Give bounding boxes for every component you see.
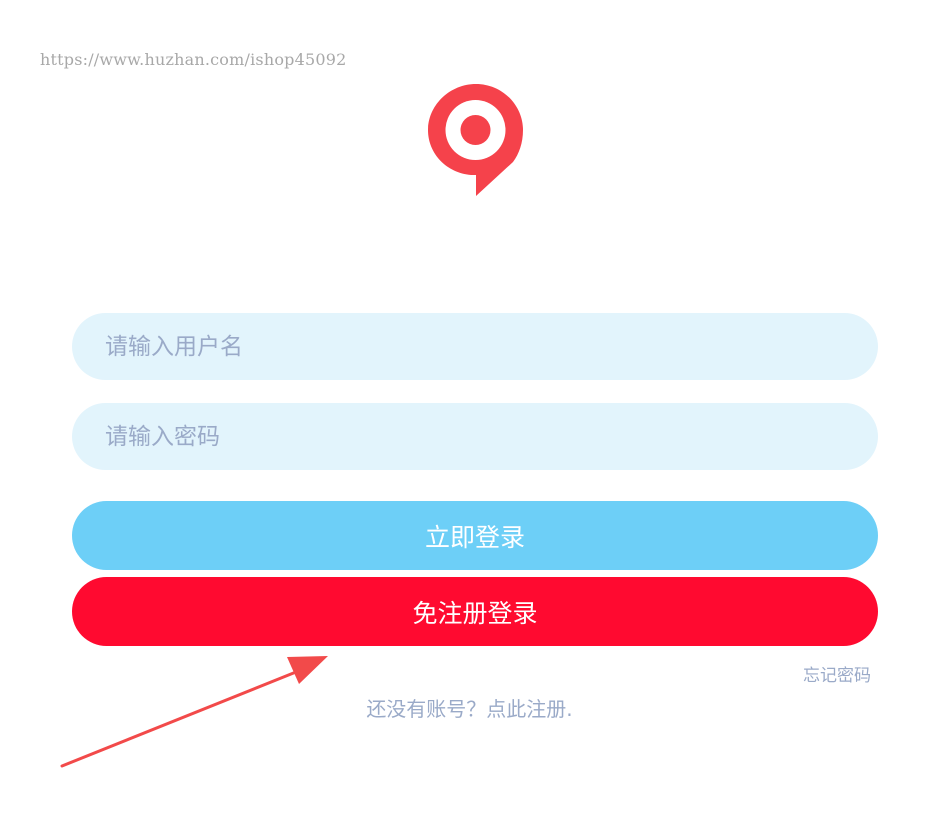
quick-login-button[interactable]: 免注册登录: [72, 577, 878, 646]
forgot-password-link[interactable]: 忘记密码: [803, 661, 871, 686]
password-field[interactable]: [72, 403, 878, 470]
register-link[interactable]: 还没有账号？点此注册.: [0, 693, 939, 722]
watermark-url: https://www.huzhan.com/ishop45092: [40, 50, 347, 69]
username-input[interactable]: [103, 332, 878, 361]
location-pin-icon: [428, 84, 523, 196]
username-field[interactable]: [72, 313, 878, 380]
password-input[interactable]: [103, 422, 878, 451]
login-button[interactable]: 立即登录: [72, 501, 878, 570]
